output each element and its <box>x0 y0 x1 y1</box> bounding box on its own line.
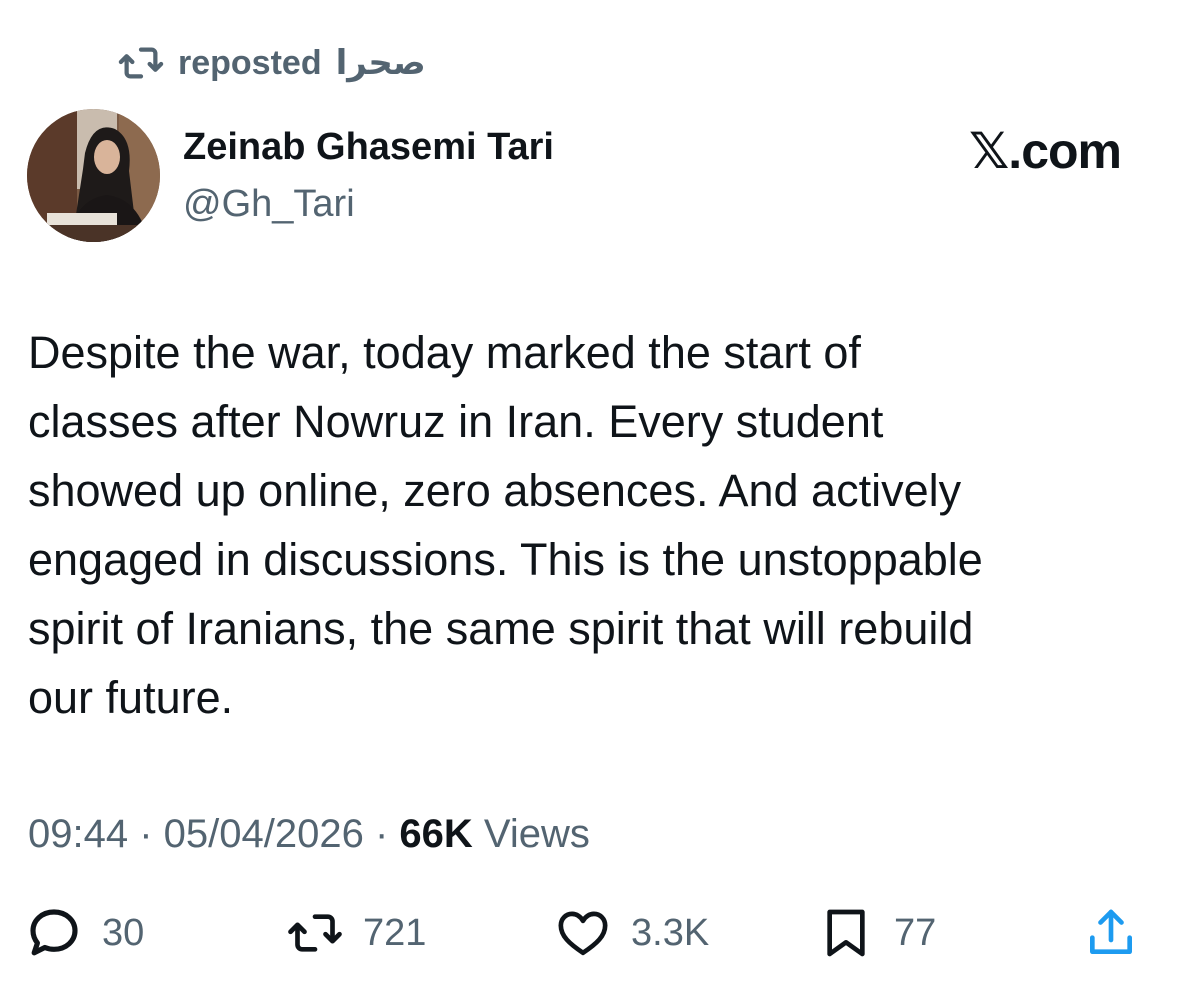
author-handle[interactable]: @Gh_Tari <box>183 183 355 226</box>
repost-label: reposted <box>178 43 322 82</box>
bookmark-icon <box>827 909 865 957</box>
like-count: 3.3K <box>631 911 710 954</box>
tweet-time[interactable]: 09:44 <box>28 812 128 856</box>
share-button[interactable] <box>1083 905 1139 961</box>
views-count: 66K <box>399 812 473 856</box>
reply-count: 30 <box>102 911 145 954</box>
reposter-name[interactable]: صحرا <box>336 43 426 83</box>
bookmark-button[interactable]: 77 <box>818 905 936 961</box>
meta-separator: · <box>128 812 164 856</box>
repost-count: 721 <box>363 911 427 954</box>
repost-indicator[interactable]: reposted صحرا <box>118 40 426 86</box>
reply-icon <box>30 909 78 956</box>
repost-icon <box>288 914 342 952</box>
profile-photo <box>27 109 160 242</box>
tweet-meta: 09:44 · 05/04/2026 · 66K Views <box>28 812 590 857</box>
author-name[interactable]: Zeinab Ghasemi Tari <box>183 126 554 169</box>
views-label: Views <box>483 812 590 856</box>
action-bar: 30 721 3.3K 77 <box>0 905 1179 975</box>
like-button[interactable]: 3.3K <box>555 905 709 961</box>
tweet-text: Despite the war, today marked the start … <box>28 327 983 723</box>
heart-icon <box>558 911 608 956</box>
bookmark-count: 77 <box>894 911 937 954</box>
repost-icon <box>118 47 164 79</box>
meta-separator: · <box>363 812 400 856</box>
x-brand-label: 𝕏.com <box>969 123 1122 179</box>
avatar[interactable] <box>27 109 160 242</box>
tweet-date[interactable]: 05/04/2026 <box>164 812 364 856</box>
repost-button[interactable]: 721 <box>287 905 426 961</box>
reply-button[interactable]: 30 <box>26 905 144 961</box>
share-icon <box>1090 909 1132 954</box>
